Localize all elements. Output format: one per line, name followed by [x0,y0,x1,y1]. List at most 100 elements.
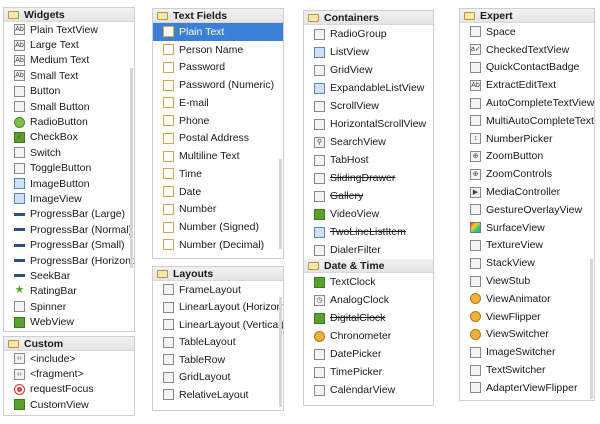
palette-item-analogclock[interactable]: ◷ AnalogClock [304,291,433,309]
palette-item-surfaceview[interactable]: SurfaceView [460,219,594,237]
palette-item-framelayout[interactable]: FrameLayout [153,281,283,299]
palette-item-date[interactable]: Date [153,183,283,201]
scrollbar[interactable] [279,297,282,407]
palette-item-gridview[interactable]: GridView [304,61,433,79]
palette-item-textswitcher[interactable]: TextSwitcher [460,361,594,379]
scrollbar[interactable] [590,259,593,399]
palette-item-small-text[interactable]: Ab Small Text [4,68,134,83]
palette-item-spinner[interactable]: Spinner [4,299,134,314]
palette-item-relativelayout[interactable]: RelativeLayout [153,386,283,404]
palette-item-viewflipper[interactable]: ViewFlipper [460,308,594,326]
palette-item-progressbar-small[interactable]: ProgressBar (Small) [4,237,134,252]
palette-item-viewstub[interactable]: ViewStub [460,272,594,290]
palette-item-calendarview[interactable]: CalendarView [304,381,433,399]
palette-item-datepicker[interactable]: DatePicker [304,345,433,363]
palette-item-switch[interactable]: Switch [4,145,134,160]
palette-item-include[interactable]: ‹› <include> [4,351,134,366]
palette-item-slidingdrawer[interactable]: SlidingDrawer [304,169,433,187]
palette-item-togglebutton[interactable]: ToggleButton [4,161,134,176]
palette-item-small-button[interactable]: Small Button [4,99,134,114]
palette-item-linearlayout-vertical[interactable]: LinearLayout (Vertical) [153,316,283,334]
item-label: CustomView [30,398,89,411]
palette-item-listview[interactable]: ListView [304,43,433,61]
palette-item-webview[interactable]: WebView [4,314,134,329]
palette-item-ratingbar[interactable]: ★ RatingBar [4,284,134,299]
scrollbar[interactable] [279,159,282,249]
palette-item-postal-address[interactable]: Postal Address [153,130,283,148]
palette-item-dialerfilter[interactable]: DialerFilter [304,241,433,259]
list-icon [314,46,325,58]
stub-icon [470,275,481,287]
palette-item-mediacontroller[interactable]: ▶ MediaController [460,183,594,201]
category-header-custom[interactable]: Custom [4,337,134,351]
palette-item-tabhost[interactable]: TabHost [304,151,433,169]
palette-item-viewanimator[interactable]: ViewAnimator [460,290,594,308]
palette-item-tablelayout[interactable]: TableLayout [153,334,283,352]
palette-item-radiogroup[interactable]: RadioGroup [304,25,433,43]
category-header-datetime[interactable]: Date & Time [304,259,433,273]
category-header-textfields[interactable]: Text Fields [153,9,283,23]
palette-item-multiautocompletetextview[interactable]: MultiAutoCompleteTextView [460,112,594,130]
palette-item-radiobutton[interactable]: RadioButton [4,114,134,129]
palette-item-gridlayout[interactable]: GridLayout [153,369,283,387]
palette-item-checkedtextview[interactable]: a✓ CheckedTextView [460,41,594,59]
palette-item-autocompletetextview[interactable]: AutoCompleteTextView [460,94,594,112]
palette-item-seekbar[interactable]: SeekBar [4,268,134,283]
category-header-widgets[interactable]: Widgets [4,8,134,22]
palette-item-e-mail[interactable]: E-mail [153,94,283,112]
category-header-containers[interactable]: Containers [304,11,433,25]
palette-item-adapterviewflipper[interactable]: AdapterViewFlipper [460,379,594,397]
palette-item-progressbar-normal[interactable]: ProgressBar (Normal) [4,222,134,237]
palette-item-number-signed[interactable]: Number (Signed) [153,218,283,236]
palette-item-twolinelistitem[interactable]: TwoLineListItem [304,223,433,241]
palette-item-number-decimal[interactable]: Number (Decimal) [153,236,283,254]
category-header-layouts[interactable]: Layouts [153,267,283,281]
palette-item-gestureoverlayview[interactable]: GestureOverlayView [460,201,594,219]
palette-item-linearlayout-horizontal[interactable]: LinearLayout (Horizontal) [153,299,283,317]
palette-item-progressbar-large[interactable]: ProgressBar (Large) [4,207,134,222]
palette-item-videoview[interactable]: VideoView [304,205,433,223]
scrollbar[interactable] [130,68,133,268]
category-header-expert[interactable]: Expert [460,9,594,23]
palette-item-horizontalscrollview[interactable]: HorizontalScrollView [304,115,433,133]
palette-item-textureview[interactable]: TextureView [460,237,594,255]
palette-item-plain-textview[interactable]: Ab Plain TextView [4,22,134,37]
palette-item-large-text[interactable]: Ab Large Text [4,37,134,52]
palette-item-tablerow[interactable]: TableRow [153,351,283,369]
palette-item-textclock[interactable]: TextClock [304,273,433,291]
palette-item-space[interactable]: Space [460,23,594,41]
palette-item-checkbox[interactable]: ✓ CheckBox [4,130,134,145]
palette-item-timepicker[interactable]: TimePicker [304,363,433,381]
palette-item-imagebutton[interactable]: ImageButton [4,176,134,191]
item-label: <fragment> [30,368,84,381]
palette-item-zoombutton[interactable]: ⊕ ZoomButton [460,148,594,166]
palette-item-imageswitcher[interactable]: ImageSwitcher [460,343,594,361]
palette-item-viewswitcher[interactable]: ViewSwitcher [460,326,594,344]
palette-item-stackview[interactable]: StackView [460,254,594,272]
palette-item-chronometer[interactable]: Chronometer [304,327,433,345]
palette-item-imageview[interactable]: ImageView [4,191,134,206]
palette-item-number[interactable]: Number [153,201,283,219]
palette-item-requestfocus[interactable]: requestFocus [4,382,134,397]
palette-item-person-name[interactable]: Person Name [153,41,283,59]
palette-item-multiline-text[interactable]: Multiline Text [153,147,283,165]
palette-item-phone[interactable]: Phone [153,112,283,130]
palette-item-password[interactable]: Password [153,59,283,77]
palette-item-scrollview[interactable]: ScrollView [304,97,433,115]
palette-item-numberpicker[interactable]: ↕ NumberPicker [460,130,594,148]
palette-item-searchview[interactable]: ⚲ SearchView [304,133,433,151]
palette-item-digitalclock[interactable]: DigitalClock [304,309,433,327]
palette-item-customview[interactable]: CustomView [4,397,134,412]
palette-item-fragment[interactable]: ‹› <fragment> [4,366,134,381]
palette-item-gallery[interactable]: Gallery [304,187,433,205]
palette-item-password-numeric[interactable]: Password (Numeric) [153,76,283,94]
palette-item-plain-text[interactable]: Plain Text [153,23,283,41]
palette-item-extractedittext[interactable]: Ab ExtractEditText [460,76,594,94]
palette-item-progressbar-horizontal[interactable]: ProgressBar (Horizontal) [4,253,134,268]
palette-item-expandablelistview[interactable]: ExpandableListView [304,79,433,97]
palette-item-button[interactable]: Button [4,84,134,99]
palette-item-zoomcontrols[interactable]: ⊕ ZoomControls [460,165,594,183]
palette-item-time[interactable]: Time [153,165,283,183]
palette-item-medium-text[interactable]: Ab Medium Text [4,53,134,68]
palette-item-quickcontactbadge[interactable]: QuickContactBadge [460,59,594,77]
